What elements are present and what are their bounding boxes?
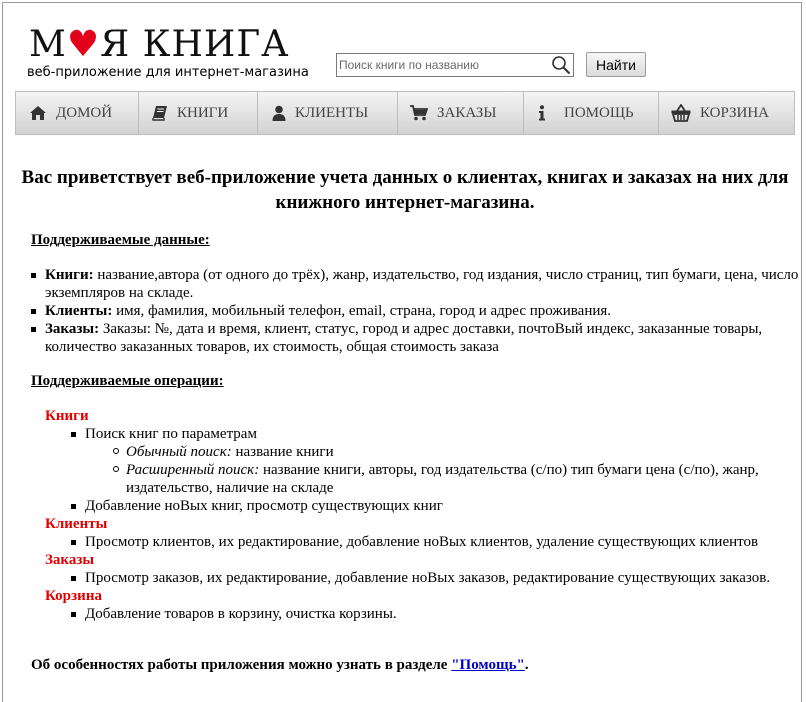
- ops-cart-list: Добавление товаров в корзину, очистка ко…: [45, 605, 805, 623]
- nav-help-label: Помощь: [564, 104, 634, 121]
- logo-text: М♥Я КНИГА: [29, 24, 290, 65]
- nav-home-label: Домой: [56, 104, 113, 121]
- data-heading: Поддерживаемые данные:: [31, 232, 210, 248]
- list-item: Добавление ноВых книг, просмотр существу…: [71, 497, 805, 515]
- main-nav: Домой Книги Клиенты: [15, 91, 795, 135]
- nav-home[interactable]: Домой: [16, 92, 139, 134]
- nav-cart-label: Корзина: [700, 104, 770, 121]
- list-item: Просмотр заказов, их редактирование, доб…: [71, 569, 805, 587]
- ops-orders-title: Заказы: [45, 552, 95, 568]
- heart-icon: ♥: [66, 24, 101, 65]
- ops-clients-title: Клиенты: [45, 516, 108, 532]
- nav-orders-label: Заказы: [437, 104, 497, 121]
- book-icon: [152, 106, 167, 121]
- nav-help[interactable]: Помощь: [524, 92, 659, 134]
- ops-books-list: Поиск книг по параметрам Обычный поиск: …: [45, 425, 805, 515]
- search-input[interactable]: [336, 53, 574, 77]
- ops-cart-title: Корзина: [45, 588, 102, 604]
- ops-clients-list: Просмотр клиентов, их редактирование, до…: [45, 533, 805, 551]
- home-icon: [30, 106, 46, 120]
- data-list: Книги: название,автора (от одного до трё…: [31, 266, 805, 356]
- nav-books-label: Книги: [177, 104, 229, 121]
- list-item: Книги: название,автора (от одного до трё…: [31, 266, 805, 302]
- nav-clients-label: Клиенты: [295, 104, 369, 121]
- search-icon[interactable]: [551, 55, 571, 75]
- app-frame: М♥Я КНИГА веб-приложение для интернет-ма…: [2, 2, 802, 702]
- tagline: веб-приложение для интернет-магазина: [27, 65, 309, 80]
- nav-clients[interactable]: Клиенты: [258, 92, 398, 134]
- list-item: Просмотр клиентов, их редактирование, до…: [71, 533, 805, 551]
- list-item: Расширенный поиск: название книги, автор…: [113, 461, 805, 497]
- nav-orders[interactable]: Заказы: [398, 92, 524, 134]
- list-item: Заказы: Заказы: №, дата и время, клиент,…: [31, 320, 805, 356]
- search-button[interactable]: Найти: [586, 52, 646, 77]
- nav-cart[interactable]: Корзина: [659, 92, 794, 134]
- page-title: Вас приветствует веб-приложение учета да…: [21, 167, 789, 213]
- user-icon: [272, 105, 286, 121]
- list-item: Клиенты: имя, фамилия, мобильный телефон…: [31, 302, 805, 320]
- info-icon: [539, 105, 545, 121]
- ops-heading: Поддерживаемые операции:: [31, 373, 224, 389]
- ops-orders-list: Просмотр заказов, их редактирование, доб…: [45, 569, 805, 587]
- basket-icon: [671, 104, 691, 122]
- search-options: Обычный поиск: название книги Расширенны…: [85, 443, 805, 497]
- ops-books-title: Книги: [45, 408, 89, 424]
- list-item: Обычный поиск: название книги: [113, 443, 805, 461]
- footer-note: Об особенностях работы приложения можно …: [31, 657, 529, 673]
- operations: Книги Поиск книг по параметрам Обычный п…: [45, 407, 805, 623]
- help-link[interactable]: "Помощь": [451, 657, 525, 673]
- list-item: Поиск книг по параметрам Обычный поиск: …: [71, 425, 805, 497]
- nav-books[interactable]: Книги: [139, 92, 258, 134]
- list-item: Добавление товаров в корзину, очистка ко…: [71, 605, 805, 623]
- cart-icon: [410, 105, 428, 121]
